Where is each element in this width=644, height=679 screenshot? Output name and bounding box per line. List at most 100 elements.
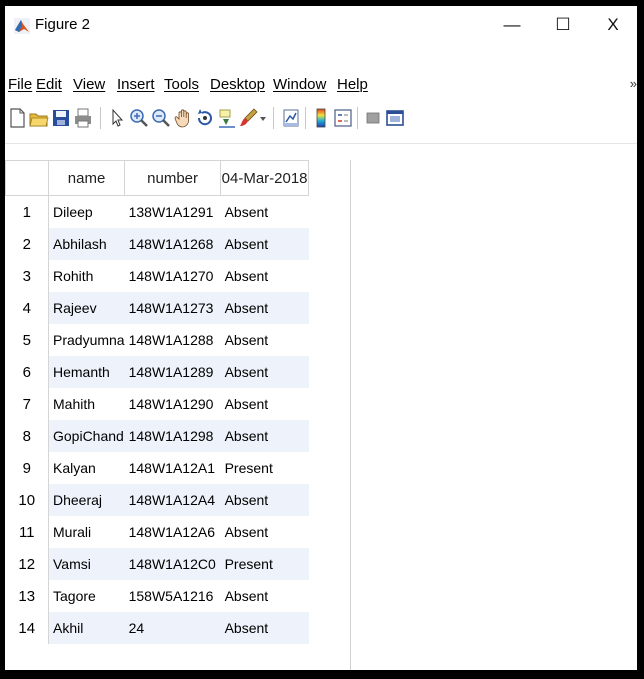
cell-name[interactable]: Tagore bbox=[48, 580, 125, 612]
legend-icon[interactable] bbox=[333, 107, 353, 129]
cell-name[interactable]: Dileep bbox=[48, 195, 125, 228]
attendance-table: name number 04-Mar-2018 1 Dileep 138W1A129… bbox=[5, 160, 310, 644]
table-row: 14 Akhil 24 Absent bbox=[5, 612, 309, 644]
minimize-button[interactable]: — bbox=[492, 8, 532, 42]
dropdown-arrow-icon[interactable] bbox=[258, 107, 268, 129]
brush-icon[interactable] bbox=[239, 107, 259, 129]
cell-name[interactable]: Abhilash bbox=[48, 228, 125, 260]
menu-file[interactable]: File bbox=[8, 76, 32, 93]
colorbar-icon[interactable] bbox=[311, 107, 331, 129]
cell-name[interactable]: GopiChand bbox=[48, 420, 125, 452]
menu-insert[interactable]: Insert bbox=[117, 76, 155, 93]
cell-name[interactable]: Murali bbox=[48, 516, 125, 548]
table-row: 9 Kalyan 148W1A12A1 Present bbox=[5, 452, 309, 484]
table-row: 12 Vamsi 148W1A12C0 Present bbox=[5, 548, 309, 580]
table-row: 13 Tagore 158W5A1216 Absent bbox=[5, 580, 309, 612]
close-icon: X bbox=[607, 15, 619, 34]
cell-status[interactable]: Absent bbox=[220, 195, 309, 228]
cell-name[interactable]: Mahith bbox=[48, 388, 125, 420]
cell-status[interactable]: Absent bbox=[220, 580, 309, 612]
cell-status[interactable]: Absent bbox=[220, 356, 309, 388]
cell-status[interactable]: Absent bbox=[220, 260, 309, 292]
cell-number[interactable]: 148W1A1268 bbox=[124, 228, 221, 260]
maximize-button[interactable]: ☐ bbox=[543, 8, 583, 42]
table-row: 2 Abhilash 148W1A1268 Absent bbox=[5, 228, 309, 260]
row-index: 5 bbox=[5, 324, 49, 356]
row-header-corner bbox=[5, 160, 49, 196]
cell-number[interactable]: 148W1A1290 bbox=[124, 388, 221, 420]
row-index: 6 bbox=[5, 356, 49, 388]
cell-number[interactable]: 148W1A1289 bbox=[124, 356, 221, 388]
pointer-icon[interactable] bbox=[107, 107, 127, 129]
save-icon[interactable] bbox=[51, 107, 71, 129]
cell-name[interactable]: Pradyumna bbox=[48, 324, 125, 356]
toolbar-separator bbox=[305, 107, 306, 129]
cell-name[interactable]: Akhil bbox=[48, 612, 125, 644]
table-row: 3 Rohith 148W1A1270 Absent bbox=[5, 260, 309, 292]
row-index: 13 bbox=[5, 580, 49, 612]
data-cursor-icon[interactable] bbox=[217, 107, 237, 129]
show-plot-tools-icon[interactable] bbox=[385, 107, 405, 129]
cell-status[interactable]: Absent bbox=[220, 292, 309, 324]
toolbar-separator bbox=[100, 107, 101, 129]
zoom-out-icon[interactable] bbox=[151, 107, 171, 129]
row-index: 7 bbox=[5, 388, 49, 420]
menu-tools[interactable]: Tools bbox=[164, 76, 199, 93]
minimize-icon: — bbox=[503, 15, 521, 34]
table-header-row: name number 04-Mar-2018 bbox=[5, 160, 310, 196]
cell-number[interactable]: 148W1A1270 bbox=[124, 260, 221, 292]
cell-number[interactable]: 148W1A1288 bbox=[124, 324, 221, 356]
cell-status[interactable]: Absent bbox=[220, 324, 309, 356]
cell-status[interactable]: Absent bbox=[220, 612, 309, 644]
cell-number[interactable]: 148W1A1273 bbox=[124, 292, 221, 324]
link-plot-icon[interactable] bbox=[281, 107, 301, 129]
hide-plot-tools-icon[interactable] bbox=[363, 107, 383, 129]
print-icon[interactable] bbox=[73, 107, 93, 129]
cell-name[interactable]: Rajeev bbox=[48, 292, 125, 324]
menu-help[interactable]: Help bbox=[337, 76, 368, 93]
cell-number[interactable]: 24 bbox=[124, 612, 221, 644]
table-row: 10 Dheeraj 148W1A12A4 Absent bbox=[5, 484, 309, 516]
cell-name[interactable]: Hemanth bbox=[48, 356, 125, 388]
cell-status[interactable]: Absent bbox=[220, 388, 309, 420]
menu-desktop[interactable]: Desktop bbox=[210, 76, 265, 93]
cell-status[interactable]: Absent bbox=[220, 228, 309, 260]
open-file-icon[interactable] bbox=[29, 107, 49, 129]
cell-status[interactable]: Present bbox=[220, 452, 309, 484]
menu-overflow-icon[interactable]: » bbox=[630, 76, 637, 91]
title-bar: Figure 2 — ☐ X bbox=[5, 6, 637, 46]
row-index: 10 bbox=[5, 484, 49, 516]
cell-name[interactable]: Dheeraj bbox=[48, 484, 125, 516]
matlab-logo-icon bbox=[14, 18, 30, 34]
cell-number[interactable]: 148W1A12C0 bbox=[124, 548, 221, 580]
column-header-number[interactable]: number bbox=[124, 160, 222, 196]
cell-status[interactable]: Absent bbox=[220, 484, 309, 516]
cell-status[interactable]: Absent bbox=[220, 420, 309, 452]
cell-number[interactable]: 158W5A1216 bbox=[124, 580, 221, 612]
menu-edit[interactable]: Edit bbox=[36, 76, 62, 93]
table-row: 11 Murali 148W1A12A6 Absent bbox=[5, 516, 309, 548]
cell-number[interactable]: 138W1A1291 bbox=[124, 195, 221, 228]
pan-icon[interactable] bbox=[173, 107, 193, 129]
rotate-3d-icon[interactable] bbox=[195, 107, 215, 129]
uitable[interactable]: name number 04-Mar-2018 1 Dileep 138W1A129… bbox=[5, 160, 351, 670]
zoom-in-icon[interactable] bbox=[129, 107, 149, 129]
cell-number[interactable]: 148W1A12A4 bbox=[124, 484, 221, 516]
cell-number[interactable]: 148W1A12A6 bbox=[124, 516, 221, 548]
cell-name[interactable]: Kalyan bbox=[48, 452, 125, 484]
cell-status[interactable]: Absent bbox=[220, 516, 309, 548]
menu-view[interactable]: View bbox=[73, 76, 105, 93]
close-button[interactable]: X bbox=[593, 8, 633, 42]
window-title: Figure 2 bbox=[35, 16, 91, 33]
row-index: 12 bbox=[5, 548, 49, 580]
new-figure-icon[interactable] bbox=[7, 107, 27, 129]
cell-number[interactable]: 148W1A12A1 bbox=[124, 452, 221, 484]
column-header-date[interactable]: 04-Mar-2018 bbox=[220, 160, 310, 196]
cell-status[interactable]: Present bbox=[220, 548, 309, 580]
maximize-icon: ☐ bbox=[555, 15, 571, 34]
cell-name[interactable]: Rohith bbox=[48, 260, 125, 292]
menu-window[interactable]: Window bbox=[273, 76, 326, 93]
cell-number[interactable]: 148W1A1298 bbox=[124, 420, 221, 452]
cell-name[interactable]: Vamsi bbox=[48, 548, 125, 580]
column-header-name[interactable]: name bbox=[47, 160, 126, 196]
